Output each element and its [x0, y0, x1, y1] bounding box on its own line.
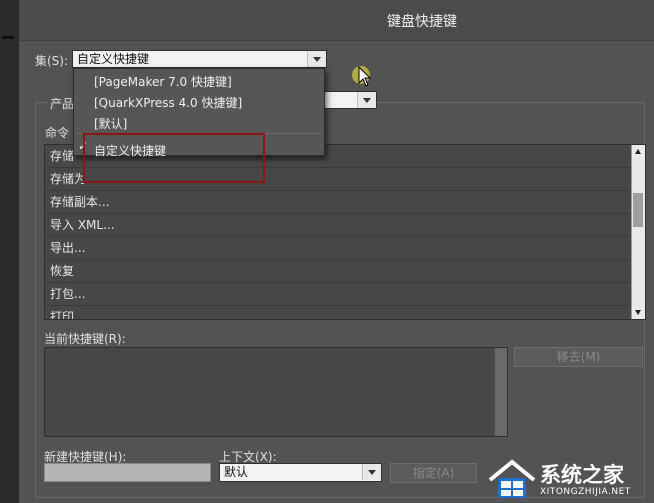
list-item[interactable]: 恢复 — [45, 260, 645, 283]
house-logo-icon — [488, 459, 536, 498]
assign-button[interactable]: 指定(A) — [390, 463, 477, 483]
annotation-highlight-box — [83, 133, 265, 183]
background-app-strip — [0, 0, 18, 503]
chevron-down-icon[interactable] — [362, 464, 381, 480]
list-item[interactable]: 打印... — [45, 306, 645, 319]
current-shortcut-scrollbar[interactable] — [495, 348, 507, 436]
set-option-quarkxpress[interactable]: [QuarkXPress 4.0 快捷键] — [94, 94, 242, 111]
list-item[interactable]: 导出... — [45, 237, 645, 260]
dialog-titlebar[interactable]: 键盘快捷键 — [19, 0, 654, 41]
current-shortcut-label: 当前快捷键(R): — [44, 332, 126, 346]
chevron-down-icon[interactable] — [307, 51, 326, 67]
context-dropdown-value: 默认 — [224, 465, 249, 479]
dialog-title: 键盘快捷键 — [387, 14, 457, 30]
set-option-pagemaker[interactable]: [PageMaker 7.0 快捷键] — [94, 73, 232, 90]
watermark-name: 系统之家 — [540, 463, 624, 487]
chevron-down-icon[interactable] — [357, 92, 376, 108]
watermark-url: XITONGZHIJIA.NET — [540, 487, 631, 497]
set-dropdown-value: 自定义快捷键 — [77, 52, 150, 66]
app-strip-line — [2, 36, 14, 39]
context-dropdown[interactable]: 默认 — [219, 463, 382, 482]
set-dropdown[interactable]: 自定义快捷键 — [72, 50, 327, 68]
remove-button[interactable]: 移去(M) — [514, 347, 643, 367]
list-item[interactable]: 导入 XML... — [45, 214, 645, 237]
scrollbar-thumb[interactable] — [633, 193, 643, 227]
commands-scrollbar[interactable] — [631, 145, 645, 319]
set-label: 集(S): — [35, 54, 69, 68]
scroll-down-icon[interactable] — [632, 306, 645, 319]
scroll-up-icon[interactable] — [632, 145, 645, 158]
list-item[interactable]: 打包... — [45, 283, 645, 306]
set-option-default[interactable]: [默认] — [94, 115, 127, 132]
watermark: 系统之家 XITONGZHIJIA.NET — [484, 456, 654, 503]
list-item[interactable]: 存储副本... — [45, 191, 645, 214]
new-shortcut-input[interactable] — [44, 463, 211, 482]
commands-label: 命令 — [45, 126, 70, 140]
current-shortcut-list[interactable] — [44, 347, 508, 437]
mouse-cursor-icon — [358, 66, 372, 87]
